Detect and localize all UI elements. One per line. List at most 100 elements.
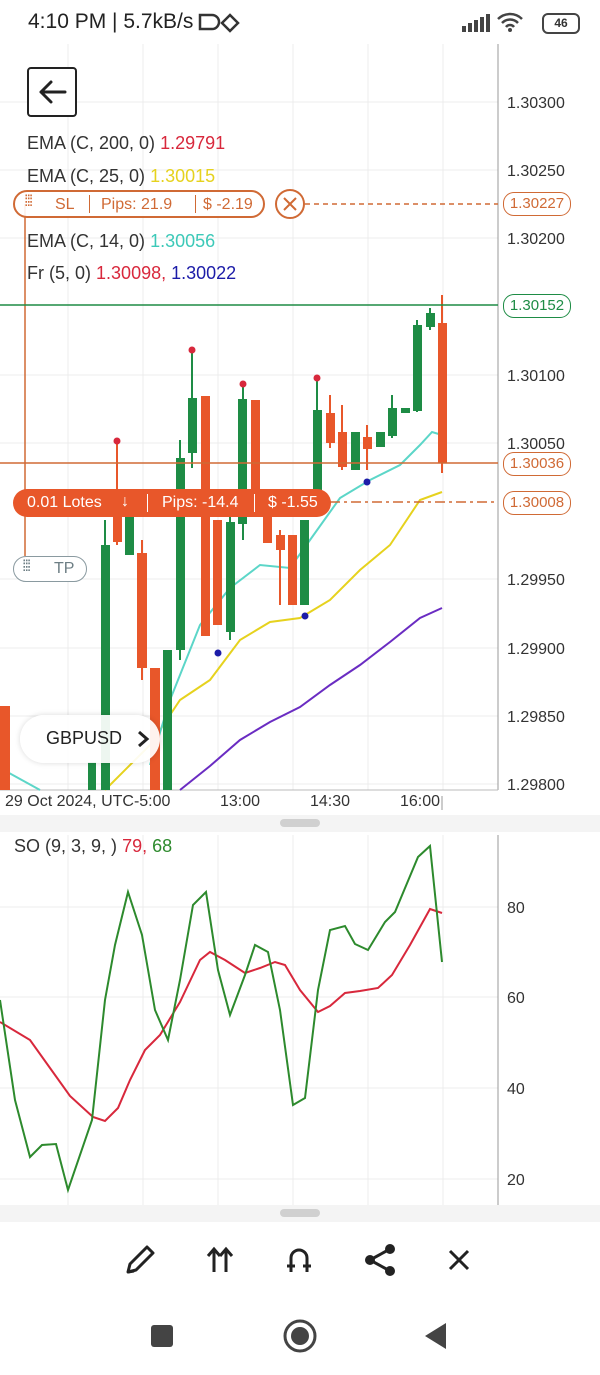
drag-handle-icon[interactable]: ⁞⁞⁞	[24, 193, 33, 211]
candle	[413, 325, 422, 411]
current-price-tag: 1.30152	[503, 294, 571, 318]
arrow-left-icon	[39, 80, 67, 104]
osc-axis-labels: 80 60 40 20	[507, 900, 525, 1189]
time-tick: 13:00	[220, 793, 260, 810]
fractal-down	[301, 612, 309, 620]
close-button[interactable]	[435, 1236, 483, 1284]
fractals-name: Fr (5, 0)	[27, 263, 92, 283]
candle	[338, 432, 347, 467]
candle	[401, 408, 410, 413]
stoch-k-line	[0, 843, 443, 1194]
fractal-up	[188, 346, 196, 354]
osc-tick: 60	[507, 990, 525, 1007]
back-nav-button[interactable]	[414, 1314, 458, 1358]
symbol-name: GBPUSD	[46, 728, 123, 748]
price-chart[interactable]: 1.30300 1.30250 1.30200 1.30100 1.30050 …	[0, 44, 600, 1224]
price-tick: 1.30200	[507, 231, 565, 248]
price-tick: 1.29850	[507, 709, 565, 726]
price-tick: 1.30100	[507, 368, 565, 385]
candle	[226, 522, 235, 632]
drag-handle-icon: ⁞⁞⁞	[22, 558, 31, 575]
candle	[351, 432, 360, 470]
candle	[388, 408, 397, 436]
pencil-icon	[126, 1245, 155, 1274]
fractal-up	[113, 437, 121, 445]
ema25-value: 1.30015	[150, 166, 216, 186]
android-nav-bar	[0, 1298, 600, 1375]
notification-icons	[198, 13, 240, 33]
time-tick: 14:30	[310, 793, 350, 810]
candle	[137, 553, 147, 668]
share-icon	[365, 1244, 395, 1276]
magnet-icon	[287, 1248, 311, 1272]
order-pips: Pips: -14.4	[162, 494, 239, 511]
battery-icon: 46	[542, 13, 580, 34]
fractals-down-value: 1.30022	[171, 263, 237, 283]
sl-profit: $ -2.19	[203, 196, 253, 213]
fractal-down	[214, 649, 222, 657]
fractals-label: Fr (5, 0) 1.30098, 1.30022	[27, 263, 236, 284]
sl-tag: SL	[55, 196, 75, 213]
candle	[88, 762, 96, 790]
recents-icon	[151, 1325, 173, 1347]
recents-button[interactable]	[140, 1314, 184, 1358]
close-icon	[283, 197, 297, 211]
status-bar: 4:10 PM | 5.7kB/s 46	[0, 0, 600, 44]
arrow-down-icon: ↓	[121, 493, 129, 510]
stochastic-name: SO (9, 3, 9, )	[14, 836, 118, 856]
sl-control[interactable]: ⁞⁞⁞ SL Pips: 21.9 $ -2.19	[13, 190, 265, 218]
order-price-tag: 1.30008	[503, 491, 571, 515]
draw-button[interactable]	[116, 1236, 164, 1284]
order-lots: 0.01 Lotes	[27, 494, 102, 511]
sl-remove-button[interactable]	[275, 189, 305, 219]
home-icon	[283, 1319, 317, 1353]
order-control[interactable]: 0.01 Lotes ↓ Pips: -14.4 $ -1.55	[13, 489, 331, 517]
osc-tick: 80	[507, 900, 525, 917]
tp-button[interactable]: ⁞⁞⁞ TP	[13, 556, 87, 582]
ema25-name: EMA (C, 25, 0)	[27, 166, 146, 186]
fractal-up	[239, 380, 247, 388]
candle	[426, 313, 435, 327]
status-time-speed: 4:10 PM | 5.7kB/s	[28, 10, 194, 33]
wifi-icon	[497, 12, 523, 32]
price-tick: 1.29950	[507, 572, 565, 589]
fractals-up-value: 1.30098,	[96, 263, 167, 283]
ema200-line	[179, 607, 443, 791]
sl-price-tag: 1.30227	[503, 192, 571, 216]
share-button[interactable]	[356, 1236, 404, 1284]
ema200-label: EMA (C, 200, 0) 1.29791	[27, 133, 225, 154]
home-button[interactable]	[278, 1314, 322, 1358]
candle	[176, 458, 185, 650]
ema200-value: 1.29791	[160, 133, 226, 153]
time-axis-labels: 29 Oct 2024, UTC-5:00 13:00 14:30 16:00	[5, 793, 440, 810]
osc-tick: 20	[507, 1172, 525, 1189]
price-tick: 1.30250	[507, 163, 565, 180]
price-tick: 1.30300	[507, 95, 565, 112]
time-tick: 16:00	[400, 793, 440, 810]
candle	[313, 410, 322, 500]
candle	[188, 398, 197, 453]
time-tick: 29 Oct 2024, UTC-5:00	[5, 793, 171, 810]
candle	[288, 535, 297, 605]
signal-icon	[462, 14, 490, 32]
ema25-label: EMA (C, 25, 0) 1.30015	[27, 166, 215, 187]
chevron-right-icon	[138, 730, 150, 748]
indicators-button[interactable]	[196, 1236, 244, 1284]
ema14-name: EMA (C, 14, 0)	[27, 231, 146, 251]
candle	[163, 650, 172, 790]
close-icon	[448, 1249, 470, 1271]
osc-tick: 40	[507, 1081, 525, 1098]
price-tick: 1.29900	[507, 641, 565, 658]
stoch-d-line	[0, 907, 443, 1123]
candle	[213, 520, 222, 625]
stochastic-d-value: 68	[152, 836, 173, 856]
magnet-button[interactable]	[275, 1236, 323, 1284]
back-button[interactable]	[27, 67, 77, 117]
ema14-label: EMA (C, 14, 0) 1.30056	[27, 231, 215, 252]
symbol-selector[interactable]: GBPUSD	[20, 715, 160, 763]
arrows-up-icon	[206, 1246, 234, 1272]
sl-pips: Pips: 21.9	[101, 196, 173, 213]
stochastic-k-value: 79,	[122, 836, 148, 856]
back-icon	[425, 1323, 446, 1349]
ema14-value: 1.30056	[150, 231, 216, 251]
